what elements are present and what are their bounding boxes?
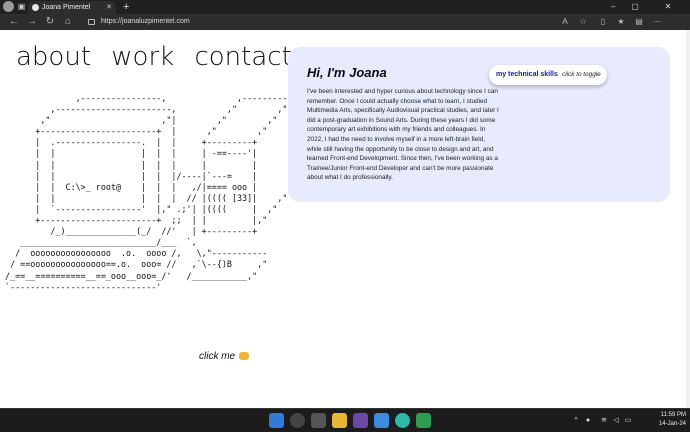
favorite-star-icon[interactable]: ☆ (578, 16, 588, 28)
forward-icon[interactable]: → (26, 16, 38, 28)
collections-icon[interactable]: ▤ (634, 16, 644, 28)
skills-hint: click to toggle (562, 71, 601, 78)
profile-avatar[interactable] (3, 1, 14, 12)
clock-time: 11:59 PM (660, 412, 686, 418)
task-view-icon[interactable] (311, 413, 326, 428)
nav-contact[interactable]: contact (194, 42, 291, 72)
system-clock[interactable]: 11:59 PM 14-Jan-24 (656, 411, 686, 429)
url-text: https://joanaluzpimentel.com (101, 18, 190, 25)
menu-icon[interactable]: ⋯ (652, 16, 662, 28)
back-icon[interactable]: ← (8, 16, 20, 28)
split-screen-icon[interactable]: ▯ (598, 16, 608, 28)
start-icon[interactable] (269, 413, 284, 428)
file-explorer-icon[interactable] (332, 413, 347, 428)
network-icon[interactable]: ≋ (600, 416, 608, 425)
technical-skills-toggle[interactable]: my technical skills click to toggle (489, 65, 607, 85)
tray-chevron-icon[interactable]: ^ (572, 416, 580, 425)
browser-toolbar: ← → ↻ ⌂ https://joanaluzpimentel.com A ☆… (0, 14, 690, 30)
app-icon-green[interactable] (416, 413, 431, 428)
lock-icon (88, 19, 95, 25)
web-page: about work contact ,----------------, ,-… (0, 30, 690, 408)
minimize-icon[interactable]: – (602, 0, 624, 14)
browser-tab[interactable]: Joana Pimentel ✕ (28, 1, 116, 14)
tab-title: Joana Pimentel (42, 4, 91, 11)
browser-tab-bar: ▣ Joana Pimentel ✕ + – ▢ ✕ (0, 0, 690, 14)
click-me-button[interactable]: click me (199, 351, 250, 362)
new-tab-button[interactable]: + (123, 0, 129, 14)
nav-work[interactable]: work (111, 42, 174, 72)
refresh-icon[interactable]: ↻ (44, 16, 56, 28)
ascii-computer-art: ,----------------, ,--------- ,---------… (5, 93, 293, 292)
clock-date: 14-Jan-24 (658, 421, 686, 427)
pointing-hand-icon (239, 352, 250, 361)
taskbar-search-icon[interactable] (290, 413, 305, 428)
home-icon[interactable]: ⌂ (62, 16, 74, 28)
nav-about[interactable]: about (16, 42, 91, 72)
bio-paragraph: I've been interested and hyper curious a… (307, 88, 499, 182)
close-window-icon[interactable]: ✕ (646, 0, 690, 14)
windows-taskbar: ^ ● ≋ ◁ ▭ 11:59 PM 14-Jan-24 (0, 408, 690, 432)
store-icon[interactable] (374, 413, 389, 428)
main-nav: about work contact (16, 41, 304, 73)
about-card: Hi, I'm Joana I've been interested and h… (288, 47, 670, 202)
battery-icon[interactable]: ▭ (624, 416, 632, 425)
click-me-label: click me (199, 351, 236, 362)
maximize-icon[interactable]: ▢ (624, 0, 646, 14)
volume-icon[interactable]: ◁ (612, 416, 620, 425)
skills-label: my technical skills (496, 71, 558, 78)
app-icon[interactable] (353, 413, 368, 428)
tab-close-icon[interactable]: ✕ (106, 2, 112, 13)
tray-app-icon[interactable]: ● (584, 416, 592, 425)
favicon-icon (32, 4, 39, 11)
read-aloud-icon[interactable]: A (560, 16, 570, 28)
tab-actions-icon[interactable]: ▣ (17, 2, 26, 11)
page-scrollbar[interactable] (686, 30, 690, 408)
greeting-heading: Hi, I'm Joana (307, 65, 387, 80)
favorites-icon[interactable]: ★ (616, 16, 626, 28)
edge-browser-icon[interactable] (395, 413, 410, 428)
